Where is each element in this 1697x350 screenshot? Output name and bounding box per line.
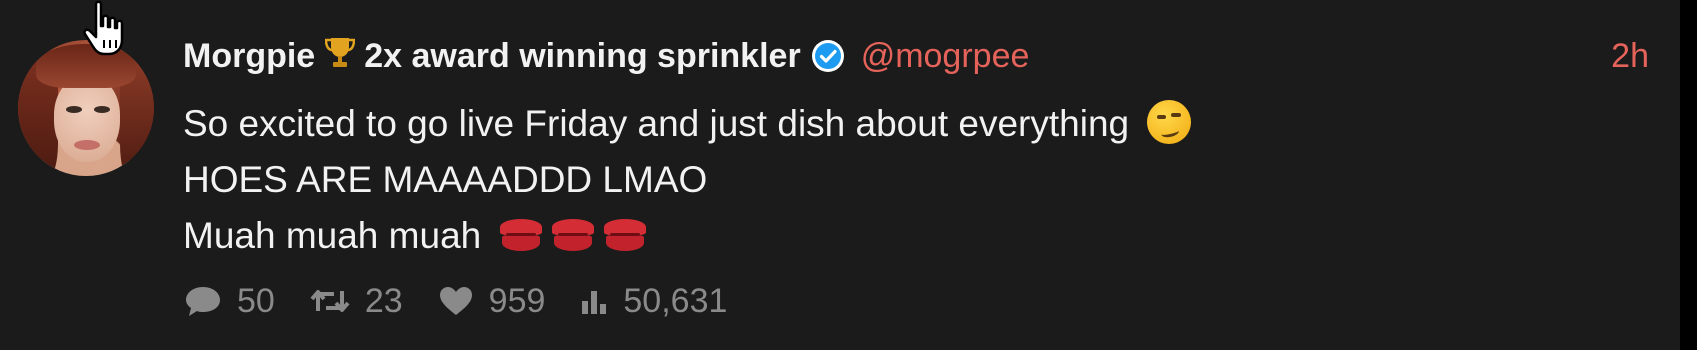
reply-button[interactable]: 50: [183, 282, 275, 321]
views-button[interactable]: 50,631: [579, 282, 727, 321]
comment-icon: [186, 287, 220, 316]
smirking-face-emoji: [1147, 100, 1192, 145]
tweet-header: Morgpie 2x award winning sprinkler @mogr…: [183, 33, 1029, 79]
kiss-mark-emoji: [550, 217, 596, 253]
tweet-line-text: Muah muah muah: [183, 215, 482, 256]
tweet-body: So excited to go live Friday and just di…: [183, 96, 1192, 264]
trophy-icon: [324, 35, 356, 77]
tweet-line: Muah muah muah: [183, 208, 1191, 264]
avatar[interactable]: [18, 40, 154, 176]
user-handle[interactable]: @mogrpee: [861, 37, 1030, 76]
display-name-suffix[interactable]: 2x award winning sprinkler: [364, 37, 800, 76]
kiss-mark-emoji: [602, 217, 648, 253]
heart-icon: [439, 287, 472, 315]
tweet-line: So excited to go live Friday and just di…: [183, 96, 1192, 152]
display-name[interactable]: Morgpie: [183, 37, 315, 76]
like-button[interactable]: 959: [437, 281, 546, 321]
page-edge: [1680, 0, 1697, 350]
view-count: 50,631: [623, 281, 728, 320]
tweet-actions: 50 23 959 50,631: [183, 276, 761, 326]
repost-icon: [310, 290, 350, 312]
kiss-mark-emoji: [498, 217, 544, 253]
like-count: 959: [488, 281, 546, 320]
bar-chart-icon: [582, 291, 607, 314]
tweet-line-text: So excited to go live Friday and just di…: [183, 103, 1130, 144]
repost-button[interactable]: 23: [309, 282, 403, 321]
reply-count: 50: [237, 281, 275, 320]
post-timestamp[interactable]: 2h: [1611, 33, 1649, 79]
tweet-line: HOES ARE MAAAADDD LMAO: [183, 159, 708, 200]
repost-count: 23: [364, 281, 403, 320]
verified-badge-icon: [811, 39, 845, 73]
tweet-card[interactable]: Morgpie 2x award winning sprinkler @mogr…: [0, 0, 1680, 350]
hand-cursor-icon: [83, 0, 124, 56]
